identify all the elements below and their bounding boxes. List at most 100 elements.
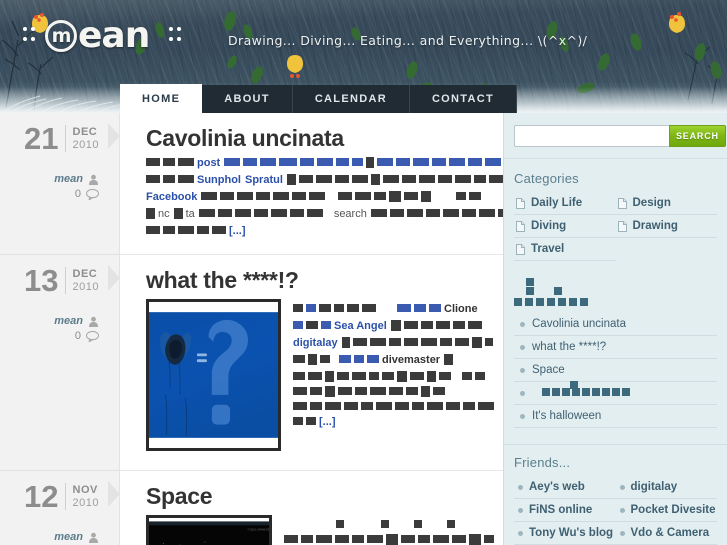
search-input[interactable] xyxy=(514,125,669,147)
page-body: 21 DEC 2010 mean 0 13 DEC 2010 mean 0 12… xyxy=(0,113,727,545)
friends-heading: Friends... xyxy=(514,455,571,470)
recent-post-item-2[interactable]: what the ****!? xyxy=(514,336,717,359)
redacted-block xyxy=(386,534,398,545)
redacted-block xyxy=(338,192,353,200)
nav-tab-about[interactable]: ABOUT xyxy=(202,85,293,113)
excerpt-link[interactable]: Sea Angel xyxy=(334,320,387,332)
category-item-drawing[interactable]: Drawing xyxy=(615,215,717,238)
redacted-block xyxy=(485,158,502,166)
user-icon xyxy=(89,532,98,543)
redacted-block xyxy=(473,175,486,183)
post-day: 21 xyxy=(24,121,59,156)
excerpt-line: divemaster xyxy=(293,352,497,367)
post-title-3[interactable]: Space xyxy=(120,471,503,509)
post-comment-count: 0 xyxy=(74,330,81,342)
excerpt-link[interactable]: Sunphol xyxy=(197,174,241,186)
redacted-block xyxy=(293,417,303,425)
friend-item-vdo-camera[interactable]: Vdo & Camera xyxy=(615,522,717,545)
redacted-block xyxy=(376,402,392,410)
post-author-1[interactable]: mean xyxy=(0,173,99,185)
excerpt-link[interactable]: Spratul xyxy=(245,174,283,186)
bullet-icon xyxy=(518,530,523,536)
redacted-block xyxy=(163,158,175,166)
recent-post-item-1[interactable]: Cavolinia uncinata xyxy=(514,313,717,336)
recent-post-item-5[interactable]: It's halloween xyxy=(514,405,717,428)
excerpt-line xyxy=(284,532,497,545)
logo-dots-right-icon xyxy=(168,23,182,49)
recent-post-label-redacted xyxy=(532,381,632,399)
post-title-1[interactable]: Cavolinia uncinata xyxy=(120,113,503,151)
redacted-block xyxy=(347,304,359,312)
redacted-block xyxy=(572,388,580,396)
redacted-line xyxy=(514,296,717,307)
friend-label: Pocket Divesite xyxy=(630,504,716,516)
nav-tab-home[interactable]: HOME xyxy=(120,85,203,113)
site-logo[interactable]: m ean xyxy=(22,18,182,54)
redacted-block xyxy=(306,417,316,425)
redacted-block xyxy=(397,304,411,312)
redacted-block xyxy=(456,192,467,200)
redacted-block xyxy=(381,520,389,528)
redacted-block xyxy=(178,158,194,166)
friend-label: Vdo & Camera xyxy=(630,527,710,539)
post-title-2[interactable]: what the ****!? xyxy=(120,255,503,293)
redacted-block xyxy=(293,304,303,312)
excerpt-link[interactable]: post xyxy=(197,157,220,169)
post-author-name: mean xyxy=(54,315,83,327)
category-item-daily-life[interactable]: Daily Life xyxy=(514,192,616,215)
redacted-block xyxy=(414,520,422,528)
redacted-block xyxy=(325,402,341,410)
page-root: m ean Drawing... Diving... Eating... and… xyxy=(0,0,727,545)
category-item-design[interactable]: Design xyxy=(615,192,717,215)
redacted-block xyxy=(366,157,375,168)
redacted-block xyxy=(217,209,232,217)
read-more-link[interactable]: [...] xyxy=(229,225,246,237)
redacted-block xyxy=(469,192,482,200)
excerpt-link[interactable]: Facebook xyxy=(146,191,197,203)
post-thumbnail-clione-question-mark[interactable] xyxy=(146,299,281,451)
post-meta-2: 13 DEC 2010 mean 0 xyxy=(0,255,120,470)
friend-item-tony-wus-blog[interactable]: Tony Wu's blog xyxy=(514,522,616,545)
redacted-block xyxy=(446,402,460,410)
post-author-2[interactable]: mean xyxy=(0,315,99,327)
friend-item-pocket-divesite[interactable]: Pocket Divesite xyxy=(615,499,717,522)
category-item-travel[interactable]: Travel xyxy=(514,238,616,261)
redacted-block xyxy=(484,338,493,346)
recent-post-label: It's halloween xyxy=(532,410,602,422)
post-meta-1: 21 DEC 2010 mean 0 xyxy=(0,113,120,254)
redacted-block xyxy=(418,175,435,183)
post-pointer-1 xyxy=(108,123,120,149)
post-thumbnail-space-screenshot[interactable]: © 2010 | WWW.SPACING.COM xyxy=(146,515,272,545)
redacted-block xyxy=(306,321,318,329)
search-button[interactable]: SEARCH xyxy=(669,125,726,147)
nav-tab-contact[interactable]: CONTACT xyxy=(410,85,517,113)
redacted-block xyxy=(308,372,322,380)
post-author-name: mean xyxy=(54,173,83,185)
recent-post-item-3[interactable]: Space xyxy=(514,359,717,382)
redacted-block xyxy=(412,402,424,410)
category-item-diving[interactable]: Diving xyxy=(514,215,616,238)
post-comments-2[interactable]: 0 xyxy=(0,330,99,342)
friends-widget: Friends... Aey's web digitalay FiNS onli… xyxy=(504,445,727,545)
read-more-link[interactable]: [...] xyxy=(319,416,336,428)
logo-monogram-icon: m xyxy=(45,20,77,52)
excerpt-link[interactable]: digitalay xyxy=(293,337,338,349)
redacted-block xyxy=(341,337,350,348)
recent-post-item-4[interactable] xyxy=(514,381,717,405)
post-excerpt-1: post? Sunphol Spratul FacebookCavolinia nc ta… xyxy=(120,151,633,238)
page-icon xyxy=(516,243,525,255)
post-month: DEC xyxy=(72,126,98,138)
post-item-3: Space © 2010 | WWW.SPACING.COM xyxy=(120,471,503,545)
friend-item-aeys-web[interactable]: Aey's web xyxy=(514,476,616,499)
redacted-block xyxy=(429,304,441,312)
post-day: 13 xyxy=(24,263,59,298)
friend-item-fins-online[interactable]: FiNS online xyxy=(514,499,616,522)
post-comments-1[interactable]: 0 xyxy=(0,188,99,200)
nav-tab-calendar[interactable]: CALENDAR xyxy=(293,85,410,113)
redacted-block xyxy=(355,192,372,200)
excerpt-line xyxy=(293,399,497,412)
redacted-block xyxy=(361,402,373,410)
post-author-3[interactable]: mean xyxy=(0,531,99,543)
redacted-block xyxy=(514,298,522,306)
friend-item-digitalay[interactable]: digitalay xyxy=(615,476,717,499)
